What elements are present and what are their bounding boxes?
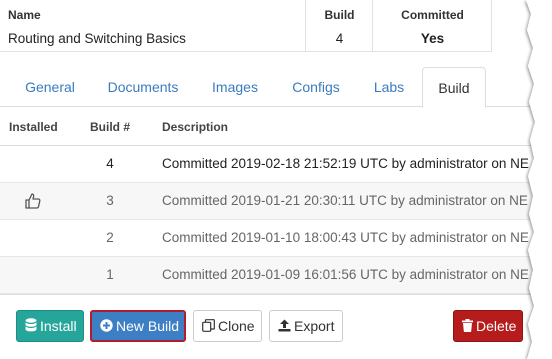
topology-summary: Name Routing and Switching Basics Build … <box>0 0 492 52</box>
summary-committed-cell: Committed Yes <box>373 0 492 52</box>
tab-documents[interactable]: Documents <box>96 67 190 107</box>
table-row[interactable]: 1 Committed 2019-01-09 16:01:56 UTC by a… <box>0 257 536 294</box>
topology-name: Routing and Switching Basics <box>8 31 186 46</box>
tab-images[interactable]: Images <box>198 67 272 107</box>
summary-build-cell: Build 4 <box>306 0 373 52</box>
export-label: Export <box>294 318 335 334</box>
build-number: 3 <box>106 193 114 208</box>
tab-labs[interactable]: Labs <box>360 67 418 107</box>
delete-label: Delete <box>476 318 517 334</box>
copy-icon <box>202 312 215 342</box>
build-number: 1 <box>106 267 114 282</box>
tab-bar: General Documents Images Configs Labs Bu… <box>0 67 536 108</box>
build-description: Committed 2019-01-09 16:01:56 UTC by adm… <box>162 267 529 282</box>
plus-circle-icon <box>100 313 113 341</box>
build-description: Committed 2019-02-18 21:52:19 UTC by adm… <box>162 156 529 171</box>
builds-table-header: Installed Build # Description <box>0 108 536 146</box>
new-build-label: New Build <box>116 318 180 334</box>
build-description: Committed 2019-01-10 18:00:43 UTC by adm… <box>162 230 529 245</box>
action-bar: Install New Build Clone Export Delete <box>0 294 536 359</box>
torn-page-edge <box>526 0 552 359</box>
build-panel: Name Routing and Switching Basics Build … <box>0 0 536 359</box>
install-label: Install <box>40 318 77 334</box>
build-value: 4 <box>335 31 344 46</box>
build-description: Committed 2019-01-21 20:30:11 UTC by adm… <box>162 193 528 208</box>
description-column-header: Description <box>162 120 229 134</box>
build-number-column-header: Build # <box>90 120 131 134</box>
build-number: 2 <box>106 230 114 245</box>
committed-header: Committed <box>401 8 464 22</box>
install-button[interactable]: Install <box>16 310 84 342</box>
database-icon <box>25 312 37 342</box>
name-header: Name <box>8 8 41 22</box>
tab-general[interactable]: General <box>12 67 88 107</box>
clone-button[interactable]: Clone <box>193 310 262 342</box>
table-row[interactable]: 4 Committed 2019-02-18 21:52:19 UTC by a… <box>0 146 536 183</box>
installed-column-header: Installed <box>9 120 58 134</box>
summary-name-cell: Name Routing and Switching Basics <box>0 0 306 52</box>
clone-label: Clone <box>218 318 255 334</box>
committed-value: Yes <box>420 31 445 46</box>
table-row[interactable]: 2 Committed 2019-01-10 18:00:43 UTC by a… <box>0 220 536 257</box>
table-row[interactable]: 3 Committed 2019-01-21 20:30:11 UTC by a… <box>0 183 536 220</box>
tab-build[interactable]: Build <box>422 67 486 108</box>
thumbs-up-icon <box>24 192 42 210</box>
build-number: 4 <box>106 156 114 171</box>
build-header: Build <box>324 8 355 22</box>
tab-configs[interactable]: Configs <box>280 67 352 107</box>
new-build-button[interactable]: New Build <box>90 310 186 342</box>
delete-button[interactable]: Delete <box>453 310 523 342</box>
upload-icon <box>278 312 291 342</box>
trash-icon <box>462 312 473 342</box>
export-button[interactable]: Export <box>269 310 343 342</box>
